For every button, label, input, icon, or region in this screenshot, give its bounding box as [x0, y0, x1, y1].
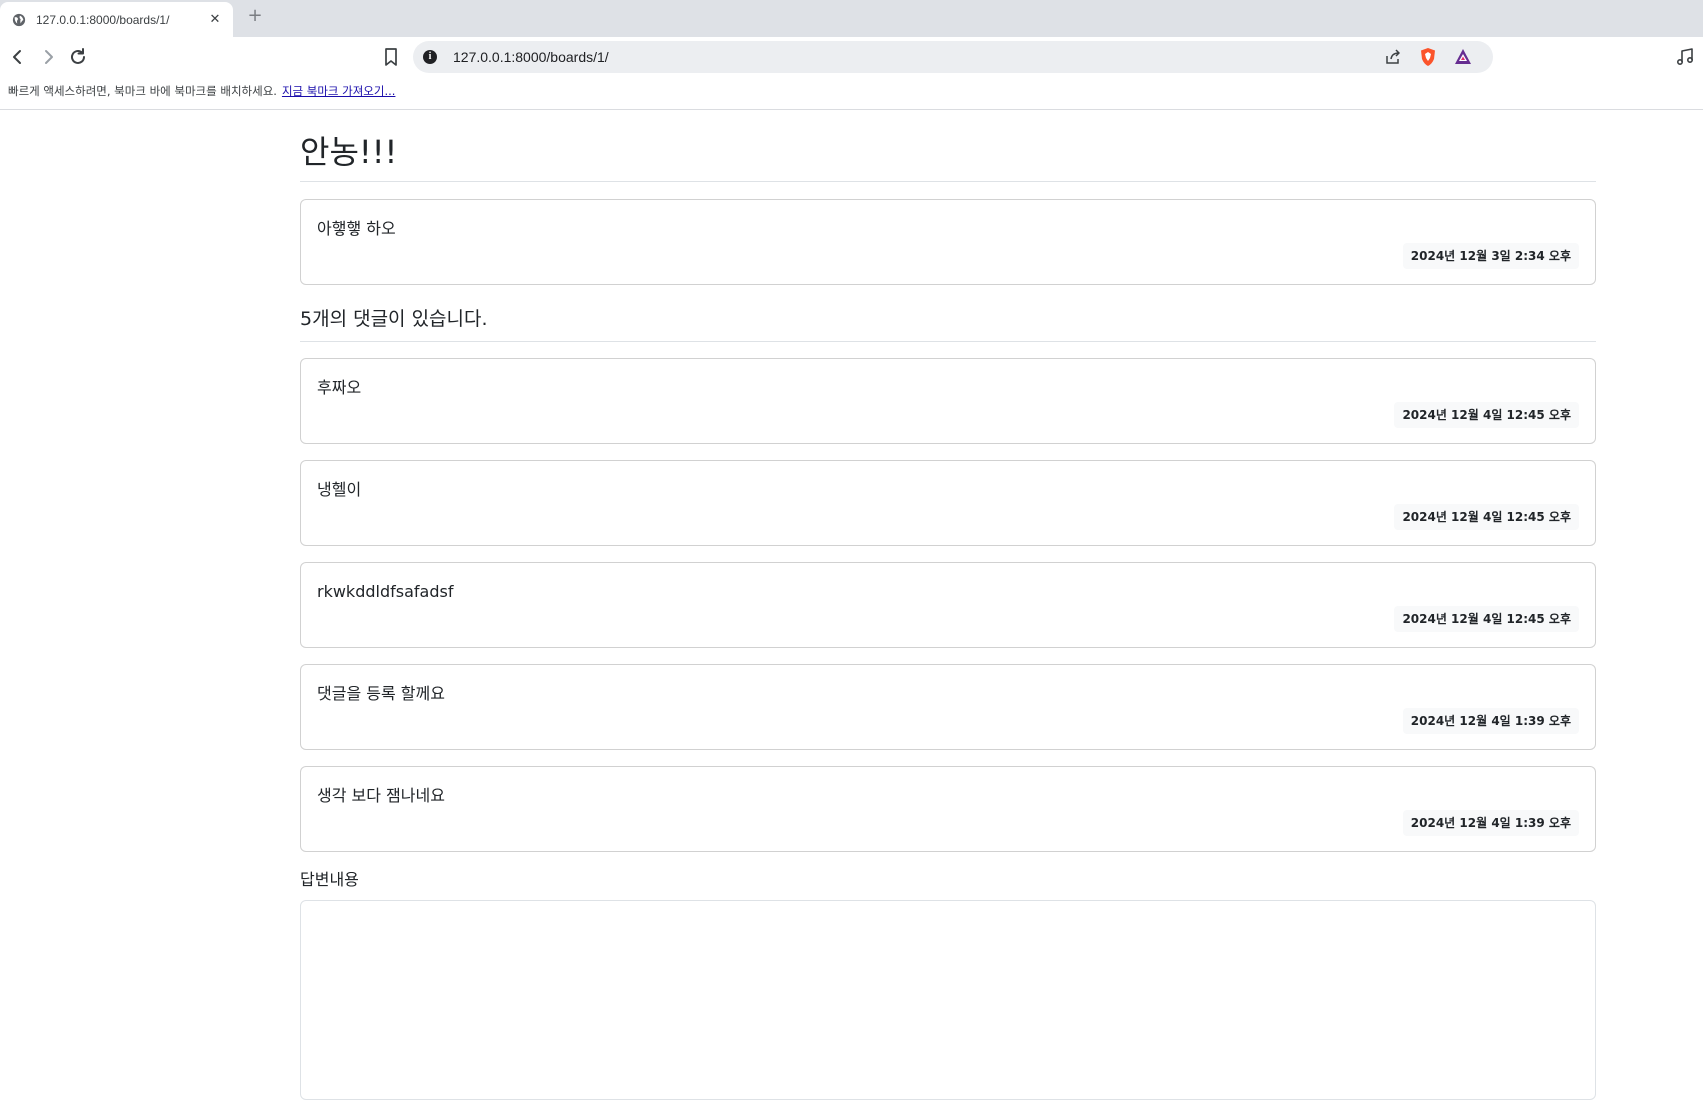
new-tab-button[interactable]: +: [245, 6, 265, 26]
question-date-badge: 2024년 12월 3일 2:34 오후: [1402, 243, 1579, 269]
answer-count: 5개의 댓글이 있습니다.: [300, 308, 488, 330]
answer-content: 냉헬이: [317, 480, 362, 499]
question-card: 아햏햏 하오 2024년 12월 3일 2:34 오후: [300, 199, 1596, 285]
answer-form-label: 답변내용: [300, 870, 359, 889]
site-info-icon[interactable]: i: [423, 50, 437, 64]
bookmark-icon[interactable]: [379, 45, 403, 69]
answer-card: 후짜오 2024년 12월 4일 12:45 오후: [300, 358, 1596, 444]
tab-title: 127.0.0.1:8000/boards/1/: [36, 12, 170, 27]
answer-card: rkwkddldfsafadsf 2024년 12월 4일 12:45 오후: [300, 562, 1596, 648]
forward-icon[interactable]: [36, 45, 60, 69]
answer-content: 생각 보다 잼나네요: [317, 786, 445, 805]
answer-content: rkwkddldfsafadsf: [317, 582, 454, 601]
answer-card: 댓글을 등록 할께요 2024년 12월 4일 1:39 오후: [300, 664, 1596, 750]
reload-icon[interactable]: [66, 45, 90, 69]
back-icon[interactable]: [6, 45, 30, 69]
answer-card: 냉헬이 2024년 12월 4일 12:45 오후: [300, 460, 1596, 546]
question-content: 아햏햏 하오: [317, 219, 396, 238]
address-bar[interactable]: i 127.0.0.1:8000/boards/1/: [413, 41, 1493, 73]
answer-card: 생각 보다 잼나네요 2024년 12월 4일 1:39 오후: [300, 766, 1596, 852]
answer-date-badge: 2024년 12월 4일 12:45 오후: [1394, 504, 1579, 530]
brave-rewards-icon[interactable]: [1453, 47, 1473, 67]
answer-date-badge: 2024년 12월 4일 1:39 오후: [1402, 810, 1579, 836]
divider: [300, 181, 1596, 182]
address-url[interactable]: 127.0.0.1:8000/boards/1/: [453, 41, 609, 73]
globe-icon: [12, 13, 26, 26]
brave-shields-icon[interactable]: [1418, 47, 1438, 67]
browser-tab[interactable]: 127.0.0.1:8000/boards/1/ ✕: [0, 2, 233, 37]
answer-content: 댓글을 등록 할께요: [317, 684, 445, 703]
bookmark-bar: 빠르게 액세스하려면, 북마크 바에 북마크를 배치하세요. 지금 북마크 가져오…: [0, 77, 1703, 110]
tab-close-icon[interactable]: ✕: [207, 12, 223, 27]
bookmark-bar-message: 빠르게 액세스하려면, 북마크 바에 북마크를 배치하세요.: [8, 84, 277, 98]
tab-strip: 127.0.0.1:8000/boards/1/ ✕ +: [0, 0, 1703, 37]
answer-date-badge: 2024년 12월 4일 12:45 오후: [1394, 606, 1579, 632]
question-subject: 안농!!!: [300, 133, 398, 171]
media-icon[interactable]: [1673, 45, 1697, 69]
answer-content: 후짜오: [317, 378, 362, 397]
answer-content-textarea[interactable]: [300, 900, 1596, 1100]
answer-date-badge: 2024년 12월 4일 12:45 오후: [1394, 402, 1579, 428]
browser-toolbar: i 127.0.0.1:8000/boards/1/: [0, 37, 1703, 77]
divider: [300, 341, 1596, 342]
share-icon[interactable]: [1383, 47, 1403, 67]
answer-date-badge: 2024년 12월 4일 1:39 오후: [1402, 708, 1579, 734]
import-bookmarks-link[interactable]: 지금 북마크 가져오기...: [282, 84, 396, 98]
